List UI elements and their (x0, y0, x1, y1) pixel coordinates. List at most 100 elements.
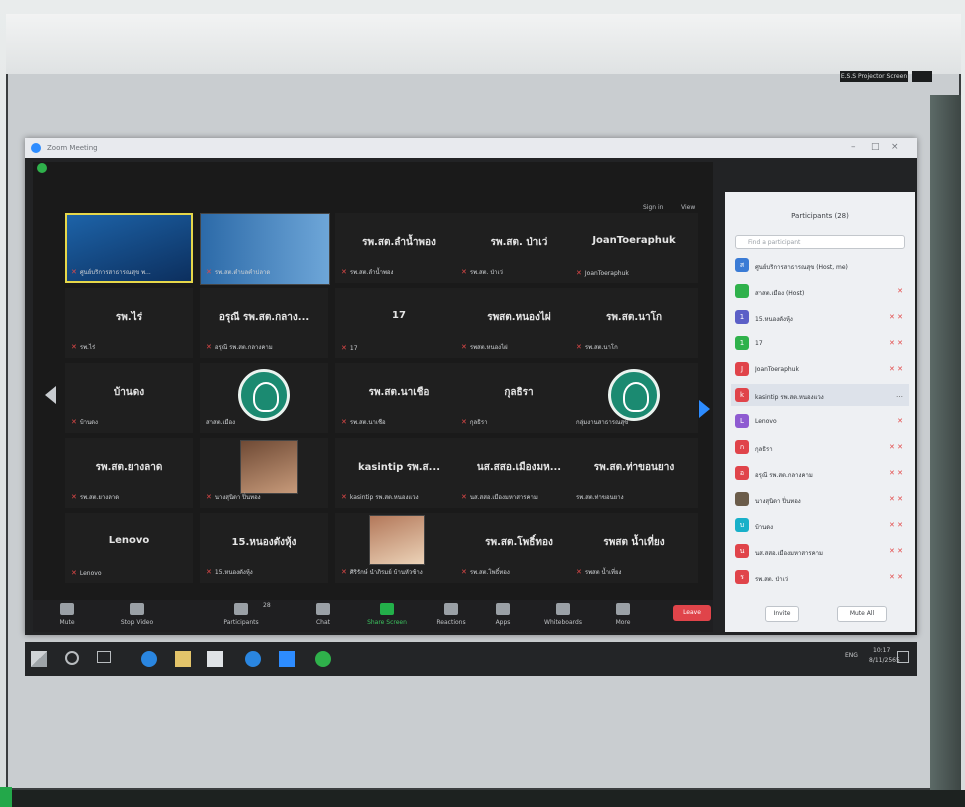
tile-label: ✕ กุลธิรา (461, 418, 488, 426)
video-tile[interactable]: รพสต.หนองไผ่ ✕ รพสต.หนองไผ่ (455, 288, 583, 358)
video-tile[interactable]: บ้านดง ✕ บ้านดง (65, 363, 193, 433)
video-tile[interactable]: kasintip รพ.ส... ✕ kasintip รพ.สต.หนองแวง (335, 438, 463, 508)
close-icon[interactable]: × (891, 142, 899, 152)
participants-button[interactable]: Participants (213, 603, 269, 626)
video-tile[interactable]: รพ.สต.ท่าขอนยาง รพ.สต.ท่าขอนยาง (570, 438, 698, 508)
mute-button[interactable]: Mute (39, 603, 95, 626)
video-tile[interactable]: รพ.สต. ป่าเว่ ✕ รพ.สต. ป่าเว่ (455, 213, 583, 283)
video-tile[interactable]: นส.สสอ.เมืองมห... ✕ นส.สสอ.เมืองมหาสารคาม (455, 438, 583, 508)
mic-muted-icon: ✕ ✕ (889, 365, 903, 373)
edge-browser-icon[interactable] (245, 651, 261, 667)
notifications-icon[interactable] (897, 651, 909, 663)
avatar: ร (735, 570, 749, 584)
video-tile[interactable]: อรุณี รพ.สต.กลาง... ✕ อรุณี รพ.สต.กลางคาม (200, 288, 328, 358)
participant-row[interactable]: น นส.สสอ.เมืองมหาสารคาม ✕ ✕ (731, 540, 909, 562)
participant-row[interactable]: อ อรุณี รพ.สต.กลางคาม ✕ ✕ (731, 462, 909, 484)
tile-label: ✕ ศูนย์บริการสาธารณสุข พ... (71, 268, 151, 276)
video-tile[interactable]: รพสต น้ำเที่ยง ✕ รพสต น้ำเที่ยง (570, 513, 698, 583)
participant-name: สาสต.เมือง (Host) (755, 290, 805, 297)
previous-page-arrow-icon[interactable] (45, 386, 56, 404)
chat-button[interactable]: Chat (295, 603, 351, 626)
mute-all-button[interactable]: Mute All (837, 606, 887, 622)
video-tile[interactable]: JoanToeraphuk ✕ JoanToeraphuk (570, 213, 698, 283)
avatar (735, 284, 749, 298)
clock-date[interactable]: 8/11/2565 (869, 657, 900, 664)
video-tile[interactable]: รพ.สต.นาเชือ ✕ รพ.สต.นาเชือ (335, 363, 463, 433)
video-tile[interactable]: รพ.สต.โพธิ์ทอง ✕ รพ.สต.โพธิ์ทอง (455, 513, 583, 583)
mic-muted-icon: ✕ (341, 493, 347, 501)
invite-button[interactable]: Invite (765, 606, 799, 622)
avatar: 1 (735, 336, 749, 350)
file-explorer-icon[interactable] (175, 651, 191, 667)
zoom-meeting-window: Zoom Meeting – □ × Sign in View ✕ ศูนย์บร… (25, 138, 917, 635)
mic-muted-icon: ✕ ✕ (889, 469, 903, 477)
video-tile[interactable]: 15.หนองตังหุ้ง ✕ 15.หนองตังหุ้ง (200, 513, 328, 583)
video-tile[interactable]: กลุ่มงานสาธารณสุข (570, 363, 698, 433)
avatar (735, 492, 749, 506)
more-button[interactable]: More (595, 603, 651, 626)
video-tile[interactable]: ✕ ศูนย์บริการสาธารณสุข พ... (65, 213, 193, 283)
participant-row[interactable]: ส ศูนย์บริการสาธารณสุข (Host, me) (731, 254, 909, 276)
meeting-toolbar: Mute Stop Video Participants 28 Chat Sha… (33, 600, 713, 632)
projector-label: E.S.S Projector Screen (840, 71, 908, 82)
apps-button[interactable]: Apps (475, 603, 531, 626)
mic-muted-icon: ✕ ✕ (889, 313, 903, 321)
windows-start-icon[interactable] (31, 651, 47, 667)
tile-name: 17 (392, 310, 406, 321)
reactions-button[interactable]: Reactions (423, 603, 479, 626)
search-icon[interactable] (65, 651, 79, 665)
edge-browser-icon[interactable] (141, 651, 157, 667)
stop-video-button[interactable]: Stop Video (109, 603, 165, 626)
participant-row[interactable]: 1 15.หนองตังหุ้ง ✕ ✕ (731, 306, 909, 328)
participant-row[interactable]: k kasintip รพ.สต.หนองแวง… (731, 384, 909, 406)
participant-row[interactable]: ร รพ.สต. ป่าเว่ ✕ ✕ (731, 566, 909, 588)
video-tile[interactable]: Lenovo ✕ Lenovo (65, 513, 193, 583)
participant-name: Lenovo (755, 418, 777, 425)
participant-row[interactable]: ก กุลธิรา ✕ ✕ (731, 436, 909, 458)
sign-in-link[interactable]: Sign in (643, 204, 663, 211)
video-tile[interactable]: รพ.สต.ลำน้ำพอง ✕ รพ.สต.ลำน้ำพอง (335, 213, 463, 283)
tile-name: รพ.สต.ยางลาด (95, 462, 163, 473)
video-tile[interactable]: กุลธิรา ✕ กุลธิรา (455, 363, 583, 433)
share-screen-button[interactable]: Share Screen (359, 603, 415, 626)
task-view-icon[interactable] (97, 651, 111, 663)
next-page-arrow-icon[interactable] (699, 400, 710, 418)
avatar: k (735, 388, 749, 402)
security-shield-icon[interactable] (37, 163, 47, 173)
participant-name: รพ.สต. ป่าเว่ (755, 576, 789, 583)
participant-row[interactable]: 1 17 ✕ ✕ (731, 332, 909, 354)
minimize-icon[interactable]: – (851, 142, 856, 152)
tile-label: ✕ รพ.ไร่ (71, 343, 96, 351)
participant-row[interactable]: นางสุนิดา ปิ่นทอง ✕ ✕ (731, 488, 909, 510)
mic-muted-icon: ✕ ✕ (889, 495, 903, 503)
video-tile[interactable]: ✕ รพ.สต.ตำบลคำปลาด (200, 213, 330, 285)
participant-row[interactable]: บ บ้านดง ✕ ✕ (731, 514, 909, 536)
language-indicator[interactable]: ENG (845, 652, 858, 659)
participants-icon (234, 603, 248, 615)
video-tile[interactable]: รพ.สต.นาโก ✕ รพ.สต.นาโก (570, 288, 698, 358)
tile-label: ✕ kasintip รพ.สต.หนองแวง (341, 493, 419, 501)
mic-muted-icon: ✕ (71, 569, 77, 577)
whiteboards-button[interactable]: Whiteboards (535, 603, 591, 626)
green-object (0, 787, 12, 807)
participant-row[interactable]: สาสต.เมือง (Host) ✕ (731, 280, 909, 302)
zoom-taskbar-icon[interactable] (279, 651, 295, 667)
participant-row[interactable]: L Lenovo ✕ (731, 410, 909, 432)
video-tile[interactable]: 17 ✕ 17 (335, 288, 463, 358)
view-button[interactable]: View (681, 204, 695, 211)
more-options-icon[interactable]: … (896, 391, 903, 399)
clock-time[interactable]: 10:17 (873, 647, 890, 654)
video-tile[interactable]: สาสต.เมือง (200, 363, 328, 433)
chat-icon (316, 603, 330, 615)
store-icon[interactable] (207, 651, 223, 667)
video-tile[interactable]: รพ.ไร่ ✕ รพ.ไร่ (65, 288, 193, 358)
maximize-icon[interactable]: □ (871, 142, 880, 152)
video-tile[interactable]: รพ.สต.ยางลาด ✕ รพ.สต.ยางลาด (65, 438, 193, 508)
line-app-icon[interactable] (315, 651, 331, 667)
video-tile[interactable]: ✕ นางสุนิดา ปิ่นทอง (200, 438, 328, 508)
participant-search-input[interactable]: Find a participant (735, 235, 905, 249)
leave-button[interactable]: Leave (673, 605, 711, 621)
participant-row[interactable]: J JoanToeraphuk ✕ ✕ (731, 358, 909, 380)
video-tile[interactable]: ✕ ศิริรักษ์ นำภิรมย์ บ้านหัวช้าง (335, 513, 463, 583)
screen-housing (6, 14, 961, 74)
